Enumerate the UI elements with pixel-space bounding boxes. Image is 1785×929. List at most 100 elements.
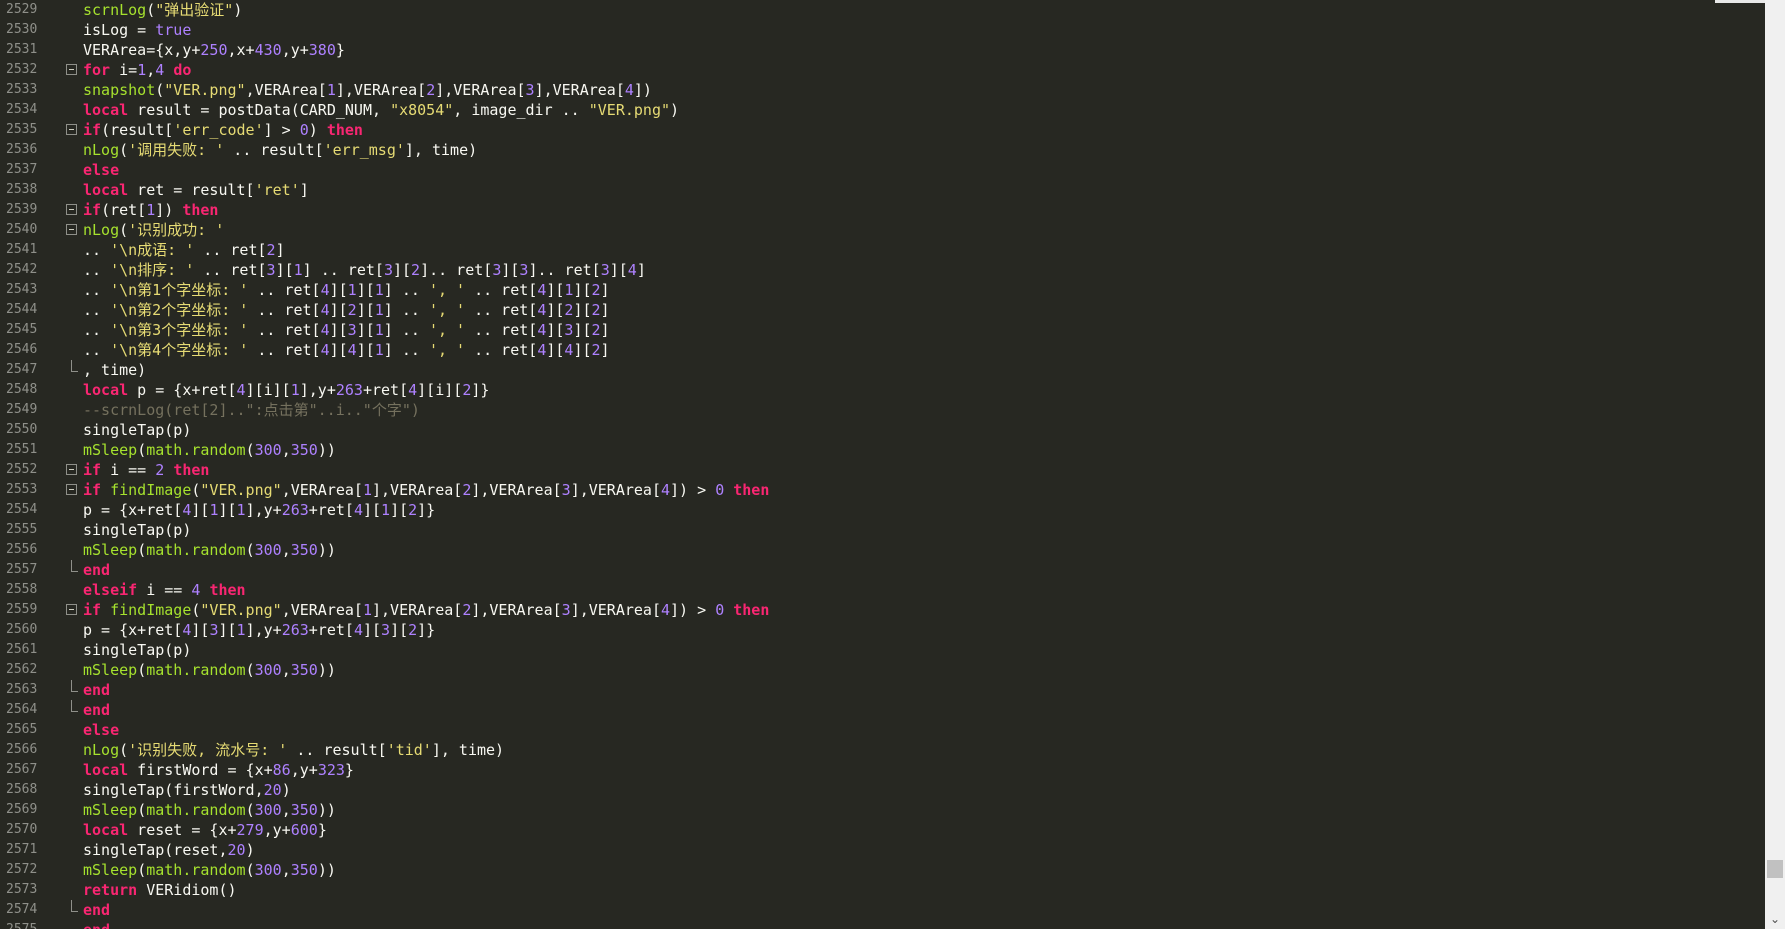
code-text[interactable]: singleTap(p) — [83, 520, 191, 540]
code-text[interactable]: end — [83, 920, 110, 929]
code-line[interactable]: 2537 else — [0, 160, 1765, 180]
code-line[interactable]: 2534 local result = postData(CARD_NUM, "x… — [0, 100, 1765, 120]
code-text[interactable]: nLog('识别成功: ' — [83, 220, 224, 240]
code-line[interactable]: 2540 nLog('识别成功: ' — [0, 220, 1765, 240]
code-text[interactable]: local firstWord = {x+86,y+323} — [83, 760, 354, 780]
code-text[interactable]: .. '\n成语: ' .. ret[2] — [83, 240, 285, 260]
code-area[interactable]: 2529 scrnLog("弹出验证") 2530 isLog = true 2531 V… — [0, 0, 1765, 929]
scrollbar-thumb[interactable] — [1767, 860, 1783, 878]
code-text[interactable]: local reset = {x+279,y+600} — [83, 820, 327, 840]
code-line[interactable]: 2559 if findImage("VER.png",VERArea[1],VE… — [0, 600, 1765, 620]
code-line[interactable]: 2532 for i=1,4 do — [0, 60, 1765, 80]
code-text[interactable]: for i=1,4 do — [83, 60, 191, 80]
code-text[interactable]: isLog = true — [83, 20, 191, 40]
code-text[interactable]: end — [83, 900, 110, 920]
code-text[interactable]: elseif i == 4 then — [83, 580, 246, 600]
code-text[interactable]: else — [83, 720, 119, 740]
code-line[interactable]: 2545.. '\n第3个字坐标: ' .. ret[4][3][1] .. '… — [0, 320, 1765, 340]
code-line[interactable]: 2568 singleTap(firstWord,20) — [0, 780, 1765, 800]
code-line[interactable]: 2544.. '\n第2个字坐标: ' .. ret[4][2][1] .. '… — [0, 300, 1765, 320]
code-text[interactable]: mSleep(math.random(300,350)) — [83, 800, 336, 820]
fold-toggle-icon[interactable] — [66, 604, 77, 615]
code-line[interactable]: 2538 local ret = result['ret'] — [0, 180, 1765, 200]
code-text[interactable]: mSleep(math.random(300,350)) — [83, 540, 336, 560]
code-line[interactable]: 2573 return VERidiom() — [0, 880, 1765, 900]
code-text[interactable]: local p = {x+ret[4][i][1],y+263+ret[4][i… — [83, 380, 489, 400]
code-line[interactable]: 2565 else — [0, 720, 1765, 740]
code-text[interactable]: mSleep(math.random(300,350)) — [83, 440, 336, 460]
code-text[interactable]: end — [83, 680, 110, 700]
code-line[interactable]: 2542.. '\n排序: ' .. ret[3][1] .. ret[3][2… — [0, 260, 1765, 280]
code-line[interactable]: 2575 end — [0, 920, 1765, 929]
fold-toggle-icon[interactable] — [66, 484, 77, 495]
code-editor[interactable]: 2529 scrnLog("弹出验证") 2530 isLog = true 2531 V… — [0, 0, 1785, 929]
code-text[interactable]: if(ret[1]) then — [83, 200, 218, 220]
code-text[interactable]: snapshot("VER.png",VERArea[1],VERArea[2]… — [83, 80, 652, 100]
code-text[interactable]: if findImage("VER.png",VERArea[1],VERAre… — [83, 480, 769, 500]
code-line[interactable]: 2551 mSleep(math.random(300,350)) — [0, 440, 1765, 460]
code-line[interactable]: 2566 nLog('识别失败, 流水号: ' .. result['tid'],… — [0, 740, 1765, 760]
code-text[interactable]: singleTap(p) — [83, 420, 191, 440]
code-text[interactable]: .. '\n第2个字坐标: ' .. ret[4][2][1] .. ', ' … — [83, 300, 610, 320]
code-line[interactable]: 2529 scrnLog("弹出验证") — [0, 0, 1765, 20]
code-text[interactable]: nLog('调用失败: ' .. result['err_msg'], time… — [83, 140, 477, 160]
code-line[interactable]: 2530 isLog = true — [0, 20, 1765, 40]
code-line[interactable]: 2563 end — [0, 680, 1765, 700]
code-text[interactable]: VERArea={x,y+250,x+430,y+380} — [83, 40, 345, 60]
code-line[interactable]: 2561 singleTap(p) — [0, 640, 1765, 660]
code-line[interactable]: 2543.. '\n第1个字坐标: ' .. ret[4][1][1] .. '… — [0, 280, 1765, 300]
code-line[interactable]: 2536 nLog('调用失败: ' .. result['err_msg'], … — [0, 140, 1765, 160]
fold-toggle-icon[interactable] — [66, 124, 77, 135]
code-line[interactable]: 2554 p = {x+ret[4][1][1],y+263+ret[4][1][… — [0, 500, 1765, 520]
code-text[interactable]: if findImage("VER.png",VERArea[1],VERAre… — [83, 600, 769, 620]
code-line[interactable]: 2535 if(result['err_code'] > 0) then — [0, 120, 1765, 140]
code-line[interactable]: 2567 local firstWord = {x+86,y+323} — [0, 760, 1765, 780]
code-text[interactable]: , time) — [83, 360, 146, 380]
code-line[interactable]: 2558 elseif i == 4 then — [0, 580, 1765, 600]
fold-toggle-icon[interactable] — [66, 224, 77, 235]
code-line[interactable]: 2531 VERArea={x,y+250,x+430,y+380} — [0, 40, 1765, 60]
vertical-scrollbar[interactable]: ⌄ — [1765, 0, 1785, 929]
code-text[interactable]: mSleep(math.random(300,350)) — [83, 660, 336, 680]
code-line[interactable]: 2541.. '\n成语: ' .. ret[2] — [0, 240, 1765, 260]
code-line[interactable]: 2570 local reset = {x+279,y+600} — [0, 820, 1765, 840]
code-text[interactable]: else — [83, 160, 119, 180]
code-text[interactable]: .. '\n第1个字坐标: ' .. ret[4][1][1] .. ', ' … — [83, 280, 610, 300]
code-line[interactable]: 2550 singleTap(p) — [0, 420, 1765, 440]
fold-toggle-icon[interactable] — [66, 464, 77, 475]
code-line[interactable]: 2562 mSleep(math.random(300,350)) — [0, 660, 1765, 680]
code-text[interactable]: nLog('识别失败, 流水号: ' .. result['tid'], tim… — [83, 740, 504, 760]
code-text[interactable]: --scrnLog(ret[2]..":点击第"..i.."个字") — [83, 400, 420, 420]
code-text[interactable]: local ret = result['ret'] — [83, 180, 309, 200]
code-line[interactable]: 2552 if i == 2 then — [0, 460, 1765, 480]
code-text[interactable]: singleTap(reset,20) — [83, 840, 255, 860]
code-line[interactable]: 2572 mSleep(math.random(300,350)) — [0, 860, 1765, 880]
code-text[interactable]: mSleep(math.random(300,350)) — [83, 860, 336, 880]
code-text[interactable]: scrnLog("弹出验证") — [83, 0, 242, 20]
code-line[interactable]: 2549 --scrnLog(ret[2]..":点击第"..i.."个字") — [0, 400, 1765, 420]
code-text[interactable]: .. '\n第3个字坐标: ' .. ret[4][3][1] .. ', ' … — [83, 320, 610, 340]
code-line[interactable]: 2556 mSleep(math.random(300,350)) — [0, 540, 1765, 560]
code-line[interactable]: 2533 snapshot("VER.png",VERArea[1],VERAre… — [0, 80, 1765, 100]
code-line[interactable]: 2569 mSleep(math.random(300,350)) — [0, 800, 1765, 820]
code-line[interactable]: 2557 end — [0, 560, 1765, 580]
code-text[interactable]: .. '\n排序: ' .. ret[3][1] .. ret[3][2].. … — [83, 260, 646, 280]
code-line[interactable]: 2571 singleTap(reset,20) — [0, 840, 1765, 860]
code-text[interactable]: return VERidiom() — [83, 880, 237, 900]
code-line[interactable]: 2546.. '\n第4个字坐标: ' .. ret[4][4][1] .. '… — [0, 340, 1765, 360]
code-line[interactable]: 2548 local p = {x+ret[4][i][1],y+263+ret[… — [0, 380, 1765, 400]
code-text[interactable]: singleTap(p) — [83, 640, 191, 660]
code-text[interactable]: end — [83, 560, 110, 580]
code-line[interactable]: 2553 if findImage("VER.png",VERArea[1],VE… — [0, 480, 1765, 500]
code-line[interactable]: 2547 , time) — [0, 360, 1765, 380]
code-text[interactable]: local result = postData(CARD_NUM, "x8054… — [83, 100, 679, 120]
code-line[interactable]: 2564 end — [0, 700, 1765, 720]
fold-toggle-icon[interactable] — [66, 204, 77, 215]
code-line[interactable]: 2555 singleTap(p) — [0, 520, 1765, 540]
code-text[interactable]: end — [83, 700, 110, 720]
code-line[interactable]: 2560 p = {x+ret[4][3][1],y+263+ret[4][3][… — [0, 620, 1765, 640]
code-text[interactable]: if i == 2 then — [83, 460, 209, 480]
code-text[interactable]: singleTap(firstWord,20) — [83, 780, 291, 800]
code-text[interactable]: p = {x+ret[4][1][1],y+263+ret[4][1][2]} — [83, 500, 435, 520]
code-text[interactable]: .. '\n第4个字坐标: ' .. ret[4][4][1] .. ', ' … — [83, 340, 610, 360]
